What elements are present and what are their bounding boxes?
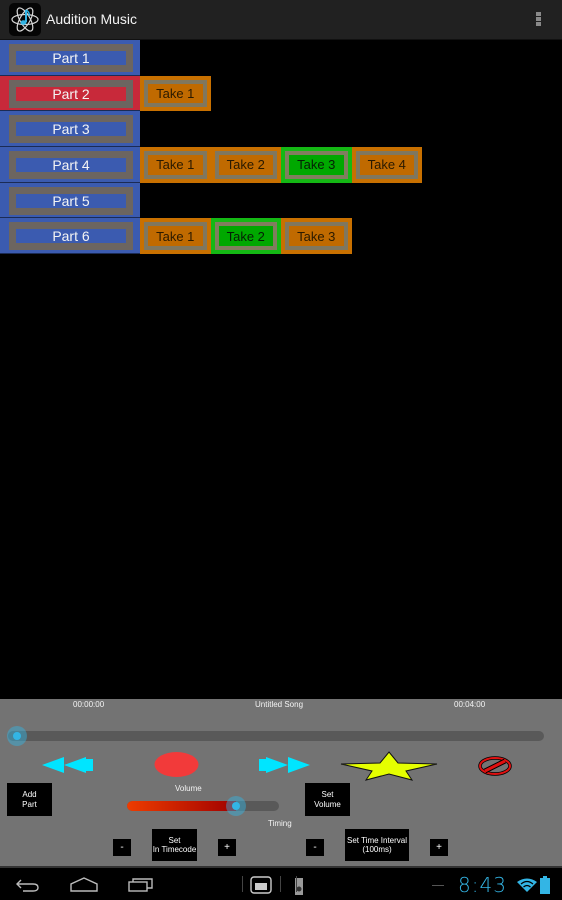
control-panel: 00:00:00 Untitled Song 00:04:00 bbox=[0, 699, 562, 866]
part-button[interactable]: Part 5 bbox=[0, 182, 140, 219]
volume-slider[interactable] bbox=[127, 801, 279, 811]
part-label: Part 1 bbox=[52, 50, 90, 66]
recent-apps-icon[interactable] bbox=[128, 877, 154, 892]
take-label: Take 3 bbox=[297, 157, 336, 173]
overflow-menu-icon[interactable] bbox=[536, 12, 542, 28]
part-row: Part 1 bbox=[0, 40, 422, 76]
part-row: Part 3 bbox=[0, 111, 422, 148]
screenshot-icon[interactable] bbox=[250, 876, 272, 894]
part-label: Part 6 bbox=[52, 228, 90, 245]
take-label: Take 3 bbox=[297, 228, 336, 244]
take-label: Take 1 bbox=[156, 86, 195, 102]
take-button[interactable]: Take 4 bbox=[351, 147, 422, 183]
part-button[interactable]: Part 4 bbox=[0, 147, 140, 183]
in-timecode-minus-button[interactable]: - bbox=[113, 839, 131, 856]
take-label: Take 4 bbox=[367, 157, 406, 173]
seek-thumb[interactable] bbox=[7, 726, 27, 746]
take-button[interactable]: Take 3 bbox=[281, 147, 352, 183]
time-interval-plus-button[interactable]: + bbox=[430, 839, 448, 856]
part-label: Part 2 bbox=[52, 85, 90, 102]
volume-fill bbox=[127, 801, 237, 811]
part-row: Part 2 Take 1 bbox=[0, 75, 422, 112]
part-button[interactable]: Part 1 bbox=[0, 40, 140, 76]
app-title: Audition Music bbox=[46, 11, 138, 27]
parts-list: Part 1 Part 2 Take 1 Part 3 Part 4 Take 1 Take… bbox=[0, 40, 422, 255]
time-interval-minus-button[interactable]: - bbox=[306, 839, 324, 856]
take-button[interactable]: Take 2 bbox=[210, 218, 281, 255]
take-button[interactable]: Take 1 bbox=[140, 218, 211, 255]
start-time: 00:00:00 bbox=[73, 700, 105, 709]
take-label: Take 1 bbox=[156, 157, 195, 173]
part-row: Part 4 Take 1 Take 2 Take 3 Take 4 bbox=[0, 147, 422, 183]
battery-icon bbox=[540, 876, 550, 894]
notification-dash bbox=[432, 885, 444, 886]
no-entry-icon[interactable] bbox=[477, 755, 513, 777]
add-part-button[interactable]: Add Part bbox=[7, 783, 52, 816]
set-time-interval-button[interactable]: Set Time Interval (100ms) bbox=[345, 829, 409, 861]
part-label: Part 5 bbox=[52, 192, 90, 209]
atom-music-note-icon[interactable] bbox=[9, 3, 41, 36]
take-label: Take 2 bbox=[226, 228, 265, 244]
timing-label: Timing bbox=[268, 819, 292, 828]
app-root: Audition Music Part 1 Part 2 Take 1 Part 3P… bbox=[0, 0, 562, 900]
take-button[interactable]: Take 1 bbox=[140, 75, 211, 112]
fast-forward-icon[interactable] bbox=[259, 757, 311, 773]
set-in-timecode-button[interactable]: Set In Timecode bbox=[152, 829, 197, 861]
action-bar: Audition Music bbox=[0, 0, 562, 40]
divider bbox=[280, 876, 281, 892]
divider bbox=[242, 876, 243, 892]
rewind-icon[interactable] bbox=[42, 757, 94, 773]
part-row: Part 6 Take 1 Take 2 Take 3 bbox=[0, 218, 422, 255]
part-button[interactable]: Part 6 bbox=[0, 218, 140, 255]
take-button[interactable]: Take 3 bbox=[281, 218, 352, 255]
home-icon[interactable] bbox=[70, 877, 98, 892]
part-label: Part 3 bbox=[52, 121, 90, 138]
take-label: Take 1 bbox=[156, 228, 195, 244]
part-row: Part 5 bbox=[0, 182, 422, 219]
star-icon[interactable] bbox=[339, 751, 439, 781]
end-time: 00:04:00 bbox=[454, 700, 486, 709]
back-icon[interactable] bbox=[15, 878, 41, 892]
volume-label: Volume bbox=[175, 784, 202, 793]
take-label: Take 2 bbox=[226, 157, 265, 173]
part-button[interactable]: Part 3 bbox=[0, 111, 140, 148]
song-title: Untitled Song bbox=[255, 700, 304, 709]
wifi-icon bbox=[517, 878, 537, 892]
seek-bar[interactable] bbox=[7, 726, 544, 746]
system-nav-bar: 8:43 bbox=[0, 866, 562, 900]
part-button[interactable]: Part 2 bbox=[0, 75, 140, 112]
take-button[interactable]: Take 2 bbox=[210, 147, 281, 183]
part-label: Part 4 bbox=[52, 157, 90, 174]
record-icon[interactable] bbox=[153, 752, 200, 777]
set-volume-button[interactable]: Set Volume bbox=[305, 783, 350, 816]
clock: 8:43 bbox=[458, 873, 507, 897]
take-button[interactable]: Take 1 bbox=[140, 147, 211, 183]
in-timecode-plus-button[interactable]: + bbox=[218, 839, 236, 856]
